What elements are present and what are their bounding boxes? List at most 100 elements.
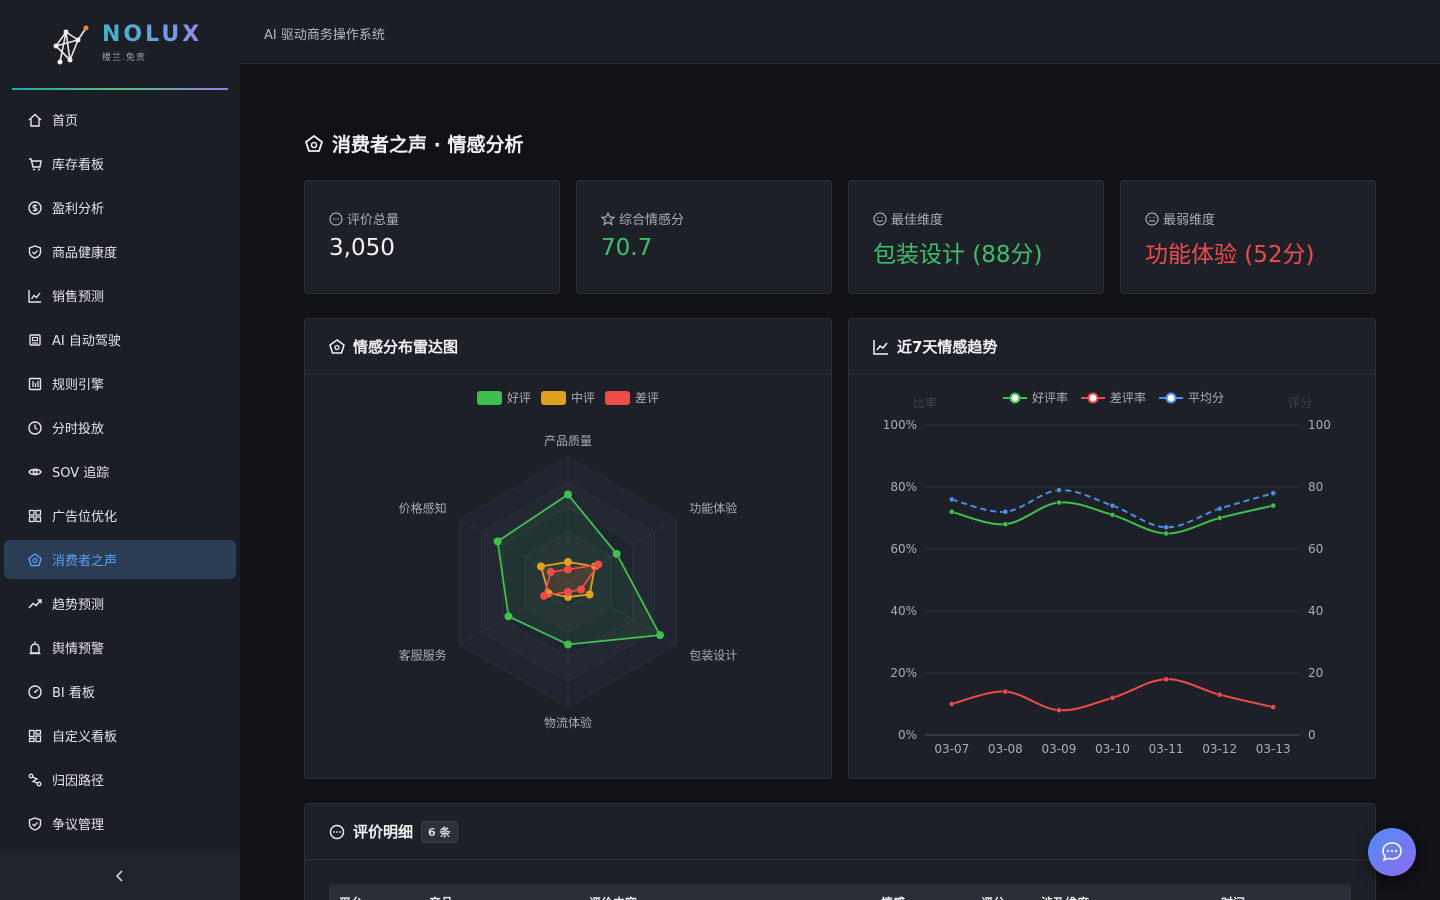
- stat-card: 最弱维度功能体验 (52分): [1120, 180, 1376, 294]
- stat-label: 综合情感分: [601, 209, 684, 228]
- y-left-tick: 20%: [890, 666, 917, 680]
- line-chart-icon: [873, 339, 888, 355]
- y-right-tick: 40: [1308, 604, 1323, 618]
- sidebar-item-label: 首页: [52, 114, 79, 129]
- legend-label: 平均分: [1188, 391, 1224, 405]
- sidebar-item-11[interactable]: 趋势预测: [4, 584, 236, 623]
- detail-panel-header: 评价明细 6 条: [305, 804, 1375, 860]
- radar-indicator-label: 客服服务: [399, 648, 447, 663]
- collapse-sidebar-button[interactable]: [0, 852, 240, 900]
- table-column-header[interactable]: 涉及维度: [1031, 884, 1211, 900]
- radar-point: [504, 612, 513, 621]
- stat-value: 3,050: [329, 235, 395, 261]
- y-right-tick: 60: [1308, 542, 1323, 556]
- dashboard-icon: [28, 684, 42, 699]
- trend-chart: 0% 0 20% 20 40% 40 60% 60 80% 80 100% 100 比率 评分 03-07 0…: [883, 390, 1331, 756]
- radar-point: [546, 568, 555, 576]
- app-root: NOLUX 楼兰.免责 首页库存看板盈利分析商品健康度销售预测 AI 自动驾驶规则…: [0, 0, 1440, 900]
- sidebar-item-label: 分时投放: [52, 422, 105, 437]
- radar-point: [576, 585, 585, 594]
- sidebar-item-15[interactable]: 归因路径: [4, 760, 236, 799]
- y-right-tick: 0: [1308, 728, 1316, 742]
- trend-point: [949, 496, 955, 503]
- radar-point: [493, 537, 502, 546]
- custom-board-icon: [28, 729, 42, 743]
- trend-point: [1163, 530, 1169, 537]
- radar-point: [564, 558, 572, 566]
- sidebar-item-label: 库存看板: [52, 158, 105, 173]
- sidebar-item-9[interactable]: 广告位优化: [4, 496, 236, 535]
- sidebar-item-16[interactable]: 争议管理: [4, 804, 236, 843]
- legend-marker: [1165, 392, 1177, 404]
- sidebar-item-1[interactable]: 库存看板: [4, 144, 236, 183]
- sidebar-item-12[interactable]: 舆情预警: [4, 628, 236, 667]
- sidebar-item-0[interactable]: 首页: [4, 100, 236, 139]
- comment-icon: [329, 824, 345, 839]
- radar-panel-title: 情感分布雷达图: [353, 338, 459, 356]
- table-column-header[interactable]: 评分: [971, 884, 1031, 900]
- robot-icon: [28, 333, 42, 347]
- detail-panel-title: 评价明细: [353, 823, 414, 841]
- legend-swatch: [605, 391, 630, 405]
- stat-value: 功能体验 (52分): [1145, 242, 1315, 268]
- sidebar-item-4[interactable]: 销售预测: [4, 276, 236, 315]
- sidebar-item-2[interactable]: 盈利分析: [4, 188, 236, 227]
- trend-series-2: [951, 489, 1274, 529]
- trend-chart-panel: 近7天情感趋势 0% 0 20% 20 40% 40 60% 60 80% 80 100% 100 比率…: [848, 318, 1376, 779]
- radar-point: [540, 591, 549, 600]
- voice-icon: [304, 134, 324, 152]
- table-column-header[interactable]: 时间: [1211, 884, 1351, 900]
- path-icon: [28, 773, 42, 787]
- sidebar-item-5[interactable]: AI 自动驾驶: [4, 320, 236, 359]
- table-column-header[interactable]: 情感: [871, 884, 971, 900]
- sidebar-item-8[interactable]: SOV 追踪: [4, 452, 236, 491]
- legend-label: 中评: [571, 390, 595, 405]
- logo[interactable]: NOLUX 楼兰.免责: [48, 20, 208, 68]
- legend-label: 好评: [507, 391, 531, 405]
- table-column-header[interactable]: 平台: [329, 884, 419, 900]
- sidebar-item-label: 争议管理: [52, 818, 105, 833]
- logo-divider: [12, 88, 228, 90]
- star-icon: [601, 211, 615, 226]
- trend-point: [1109, 512, 1116, 518]
- sidebar-item-label: 商品健康度: [52, 246, 118, 261]
- table-column-header[interactable]: 评价内容: [579, 884, 871, 900]
- table-header: 平台产品评价内容情感评分涉及维度时间: [329, 884, 1351, 900]
- y-left-tick: 80%: [890, 480, 917, 494]
- table-column-header[interactable]: 产品: [419, 884, 579, 900]
- smile-icon: [873, 211, 887, 226]
- sidebar-item-14[interactable]: 自定义看板: [4, 716, 236, 755]
- sidebar-item-label: 规则引擎: [52, 378, 105, 393]
- sidebar-item-3[interactable]: 商品健康度: [4, 232, 236, 271]
- chat-icon: [1382, 842, 1402, 862]
- stat-value: 70.7: [601, 235, 653, 261]
- stat-label: 最弱维度: [1145, 209, 1215, 228]
- top-bar: AI 驱动商务操作系统: [240, 0, 1440, 64]
- x-tick-label: 03-10: [1095, 742, 1130, 756]
- sidebar-item-label: 盈利分析: [52, 202, 105, 217]
- sidebar-item-label: 自定义看板: [52, 730, 118, 745]
- review-detail-panel: 评价明细 6 条 平台产品评价内容情感评分涉及维度时间: [304, 803, 1376, 900]
- voice-icon: [28, 552, 42, 567]
- sidebar-item-10[interactable]: 消费者之声: [4, 540, 236, 579]
- sidebar-item-7[interactable]: 分时投放: [4, 408, 236, 447]
- radar-icon: [329, 338, 345, 354]
- dispute-icon: [28, 816, 42, 831]
- trend-panel-header: 近7天情感趋势: [849, 319, 1375, 375]
- x-tick-label: 03-08: [988, 742, 1023, 756]
- sidebar-item-label: 舆情预警: [52, 642, 105, 657]
- trend-point: [1270, 704, 1276, 710]
- sidebar-item-label: 销售预测: [52, 290, 105, 305]
- cart-icon: [28, 157, 42, 171]
- trend-point: [949, 701, 955, 707]
- legend-label: 好评率: [1032, 390, 1068, 405]
- sidebar-item-6[interactable]: 规则引擎: [4, 364, 236, 403]
- alarm-icon: [28, 641, 42, 655]
- sidebar-item-13[interactable]: BI 看板: [4, 672, 236, 711]
- trend-point: [1163, 524, 1169, 531]
- eye-icon: [28, 465, 42, 479]
- trend-point: [1056, 487, 1062, 493]
- chat-assistant-button[interactable]: [1368, 828, 1416, 876]
- trend-point: [1002, 509, 1009, 515]
- legend-label: 差评率: [1110, 390, 1146, 405]
